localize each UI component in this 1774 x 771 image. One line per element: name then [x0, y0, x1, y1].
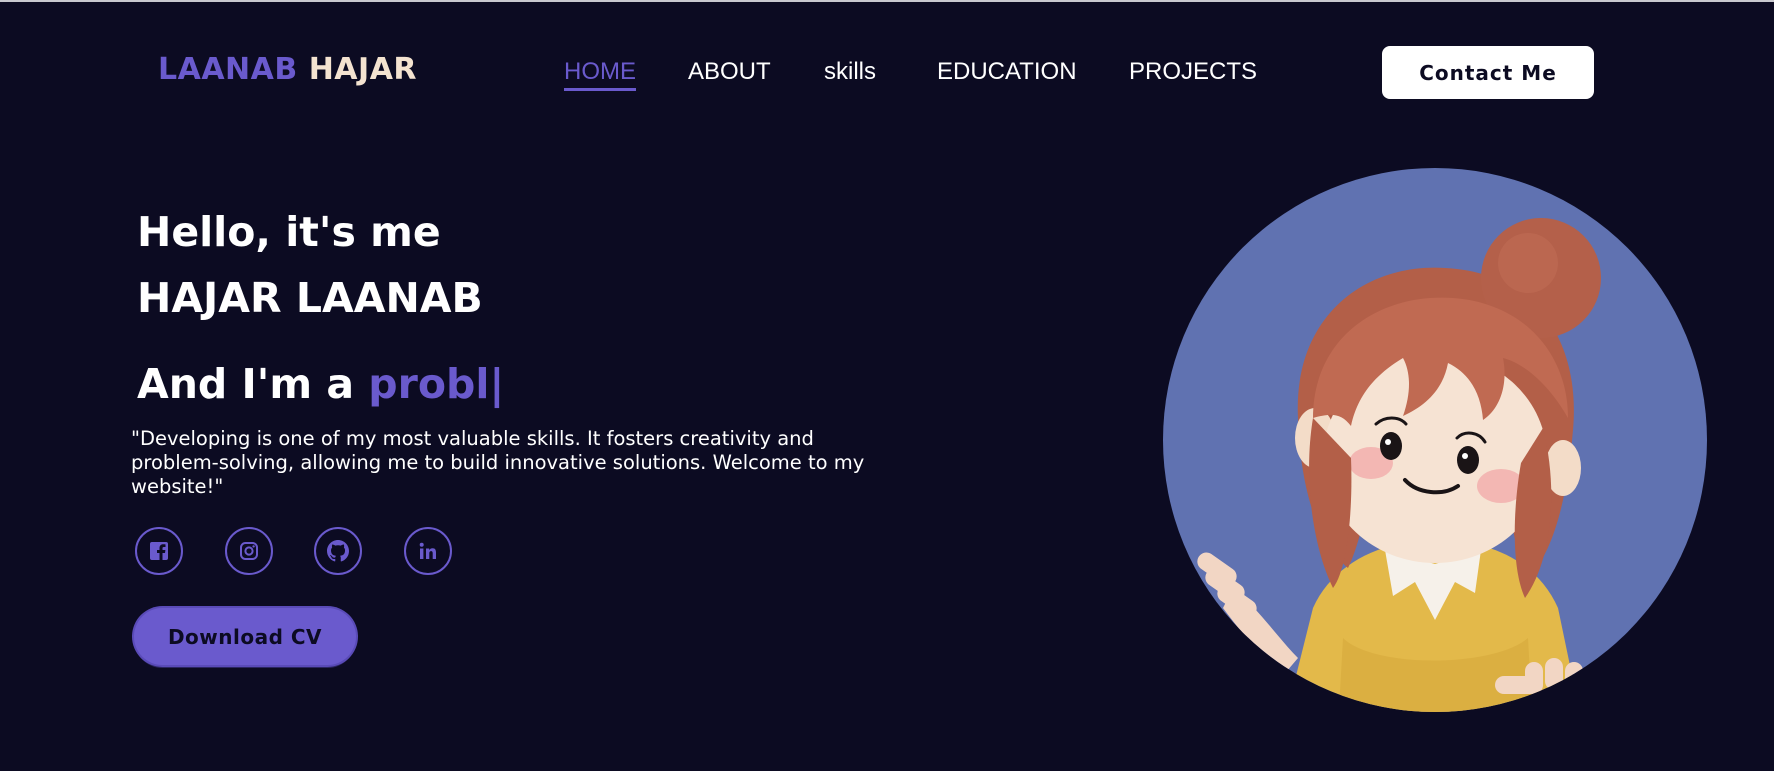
facebook-link[interactable] — [135, 527, 183, 575]
nav-education[interactable]: EDUCATION — [937, 58, 1077, 88]
download-cv-button[interactable]: Download CV — [134, 608, 356, 665]
hero-quote: "Developing is one of my most valuable s… — [131, 427, 865, 498]
logo-first: LAANAB — [158, 52, 298, 87]
instagram-icon — [240, 542, 258, 560]
hero-role: And I'm a probl| — [137, 360, 504, 408]
github-icon — [327, 540, 349, 562]
hero-greeting: Hello, it's me — [137, 208, 441, 256]
top-border — [0, 0, 1774, 2]
facebook-icon — [150, 542, 168, 560]
linkedin-link[interactable] — [404, 527, 452, 575]
avatar-eye-right — [1457, 446, 1479, 474]
nav-projects[interactable]: PROJECTS — [1129, 58, 1257, 88]
linkedin-icon — [419, 542, 436, 559]
logo-last: HAJAR — [308, 52, 418, 87]
hero-role-typed: probl| — [368, 360, 505, 408]
avatar-illustration — [1163, 168, 1707, 712]
nav-about[interactable]: ABOUT — [688, 58, 771, 88]
nav-skills[interactable]: skills — [824, 58, 876, 88]
nav-home[interactable]: HOME — [564, 58, 636, 91]
site-logo[interactable]: LAANAB HAJAR — [158, 52, 417, 87]
avatar-eye-left — [1380, 432, 1402, 460]
hero-name: HAJAR LAANAB — [137, 274, 483, 322]
contact-button[interactable]: Contact Me — [1382, 46, 1594, 99]
hero-role-prefix: And I'm a — [137, 360, 355, 408]
instagram-link[interactable] — [225, 527, 273, 575]
github-link[interactable] — [314, 527, 362, 575]
